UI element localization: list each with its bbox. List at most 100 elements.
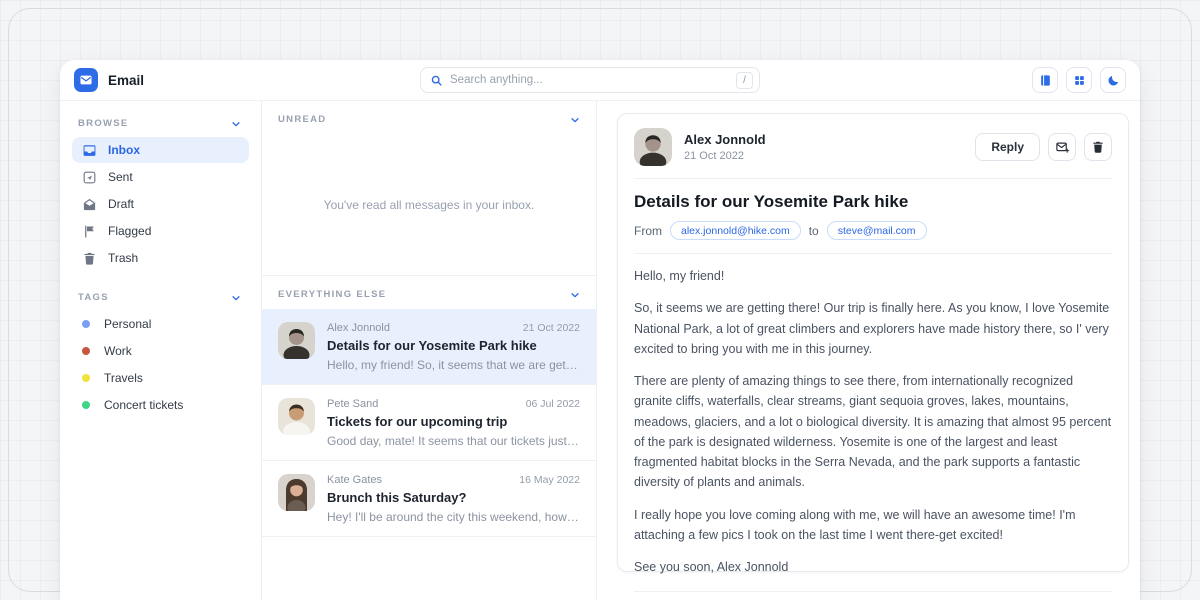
sidebar-tag-travels[interactable]: Travels xyxy=(72,365,249,391)
detail-header: Alex Jonnold 21 Oct 2022 Reply xyxy=(634,128,1112,166)
email-list-column: UNREAD You've read all messages in your … xyxy=(262,101,597,600)
email-detail-card: Alex Jonnold 21 Oct 2022 Reply xyxy=(617,113,1129,572)
email-sender: Alex Jonnold xyxy=(327,322,390,334)
email-date: 06 Jul 2022 xyxy=(526,398,580,410)
apps-grid-button[interactable] xyxy=(1066,67,1092,93)
sidebar-item-trash[interactable]: Trash xyxy=(72,245,249,271)
chevron-down-icon[interactable] xyxy=(570,115,580,125)
email-date: 21 Oct 2022 xyxy=(523,322,580,334)
flag-icon xyxy=(82,224,97,239)
tag-dot-personal xyxy=(82,320,90,328)
everything-else-label: EVERYTHING ELSE xyxy=(278,289,386,300)
body-paragraph: There are plenty of amazing things to se… xyxy=(634,371,1112,493)
trash-icon xyxy=(82,251,97,266)
tag-dot-work xyxy=(82,347,90,355)
search-bar[interactable]: / xyxy=(420,67,760,93)
to-label: to xyxy=(809,224,819,238)
unread-empty-message: You've read all messages in your inbox. xyxy=(262,134,596,275)
email-detail-pane: Alex Jonnold 21 Oct 2022 Reply xyxy=(597,101,1140,600)
browse-label: BROWSE xyxy=(78,118,129,129)
tags-label: TAGS xyxy=(78,292,109,303)
sidebar-item-inbox[interactable]: Inbox xyxy=(72,137,249,163)
notebook-button[interactable] xyxy=(1032,67,1058,93)
divider xyxy=(634,591,1112,592)
envelope-logo-icon xyxy=(79,73,93,87)
sidebar-item-draft[interactable]: Draft xyxy=(72,191,249,217)
detail-subject: Details for our Yosemite Park hike xyxy=(634,192,1112,212)
search-icon xyxy=(430,74,443,87)
email-snippet: Hey! I'll be around the city this weeken… xyxy=(327,510,580,524)
envelope-icon xyxy=(1055,140,1070,155)
divider xyxy=(634,178,1112,179)
everything-else-section-header[interactable]: EVERYTHING ELSE xyxy=(262,276,596,309)
email-subject: Details for our Yosemite Park hike xyxy=(327,338,580,353)
sidebar-item-sent[interactable]: Sent xyxy=(72,164,249,190)
dark-mode-toggle[interactable] xyxy=(1100,67,1126,93)
sidebar-item-label: Flagged xyxy=(108,224,151,238)
avatar xyxy=(278,398,315,435)
body-paragraph: See you soon, Alex Jonnold xyxy=(634,557,1112,577)
grid-icon xyxy=(1073,74,1086,87)
body-paragraph: So, it seems we are getting there! Our t… xyxy=(634,298,1112,359)
trash-icon xyxy=(1091,140,1105,154)
email-snippet: Good day, mate! It seems that our ticket… xyxy=(327,434,580,448)
app-title: Email xyxy=(108,73,144,88)
detail-actions: Reply xyxy=(975,133,1112,161)
sent-icon xyxy=(82,170,97,185)
chevron-down-icon[interactable] xyxy=(231,119,241,129)
email-subject: Tickets for our upcoming trip xyxy=(327,414,580,429)
email-list-item-tickets[interactable]: Pete Sand 06 Jul 2022 Tickets for our up… xyxy=(262,385,596,460)
avatar xyxy=(278,474,315,511)
mark-unread-button[interactable] xyxy=(1048,133,1076,161)
sidebar-item-label: Draft xyxy=(108,197,134,211)
delete-button[interactable] xyxy=(1084,133,1112,161)
moon-icon xyxy=(1107,74,1120,87)
tag-label: Personal xyxy=(104,317,151,331)
email-app-window: Email / xyxy=(60,60,1140,600)
to-email-chip[interactable]: steve@mail.com xyxy=(827,221,927,240)
chevron-down-icon[interactable] xyxy=(231,293,241,303)
sidebar-item-label: Sent xyxy=(108,170,133,184)
sidebar-tag-personal[interactable]: Personal xyxy=(72,311,249,337)
sidebar-item-flagged[interactable]: Flagged xyxy=(72,218,249,244)
from-email-chip[interactable]: alex.jonnold@hike.com xyxy=(670,221,801,240)
email-subject: Brunch this Saturday? xyxy=(327,490,580,505)
detail-sender-name: Alex Jonnold xyxy=(684,132,766,147)
chevron-down-icon[interactable] xyxy=(570,290,580,300)
notebook-icon xyxy=(1039,74,1052,87)
browse-section-header[interactable]: BROWSE xyxy=(72,111,249,136)
unread-section-header[interactable]: UNREAD xyxy=(262,101,596,134)
topbar-actions xyxy=(1032,67,1126,93)
app-logo xyxy=(74,68,98,92)
detail-date: 21 Oct 2022 xyxy=(684,150,766,162)
sidebar: BROWSE Inbox Sent xyxy=(60,101,262,600)
email-sender: Pete Sand xyxy=(327,398,378,410)
tag-dot-concert-tickets xyxy=(82,401,90,409)
sidebar-tag-work[interactable]: Work xyxy=(72,338,249,364)
email-snippet: Hello, my friend! So, it seems that we a… xyxy=(327,358,580,372)
draft-icon xyxy=(82,197,97,212)
email-list-item-yosemite[interactable]: Alex Jonnold 21 Oct 2022 Details for our… xyxy=(262,309,596,384)
sidebar-item-label: Trash xyxy=(108,251,138,265)
tags-section-header[interactable]: TAGS xyxy=(72,285,249,310)
from-label: From xyxy=(634,224,662,238)
from-to-row: From alex.jonnold@hike.com to steve@mail… xyxy=(634,221,1112,253)
inbox-icon xyxy=(82,143,97,158)
tag-label: Work xyxy=(104,344,132,358)
body-paragraph: I really hope you love coming along with… xyxy=(634,505,1112,546)
search-input[interactable] xyxy=(450,74,736,86)
tag-dot-travels xyxy=(82,374,90,382)
email-sender: Kate Gates xyxy=(327,474,382,486)
sidebar-item-label: Inbox xyxy=(108,143,140,157)
sidebar-tag-concert-tickets[interactable]: Concert tickets xyxy=(72,392,249,418)
reply-button[interactable]: Reply xyxy=(975,133,1040,161)
tag-label: Travels xyxy=(104,371,143,385)
search-shortcut-badge: / xyxy=(736,72,753,89)
unread-label: UNREAD xyxy=(278,114,326,125)
body-paragraph: Hello, my friend! xyxy=(634,266,1112,286)
email-list-item-brunch[interactable]: Kate Gates 16 May 2022 Brunch this Satur… xyxy=(262,461,596,536)
divider xyxy=(262,536,596,537)
tag-label: Concert tickets xyxy=(104,398,183,412)
email-date: 16 May 2022 xyxy=(519,474,580,486)
topbar: Email / xyxy=(60,60,1140,101)
